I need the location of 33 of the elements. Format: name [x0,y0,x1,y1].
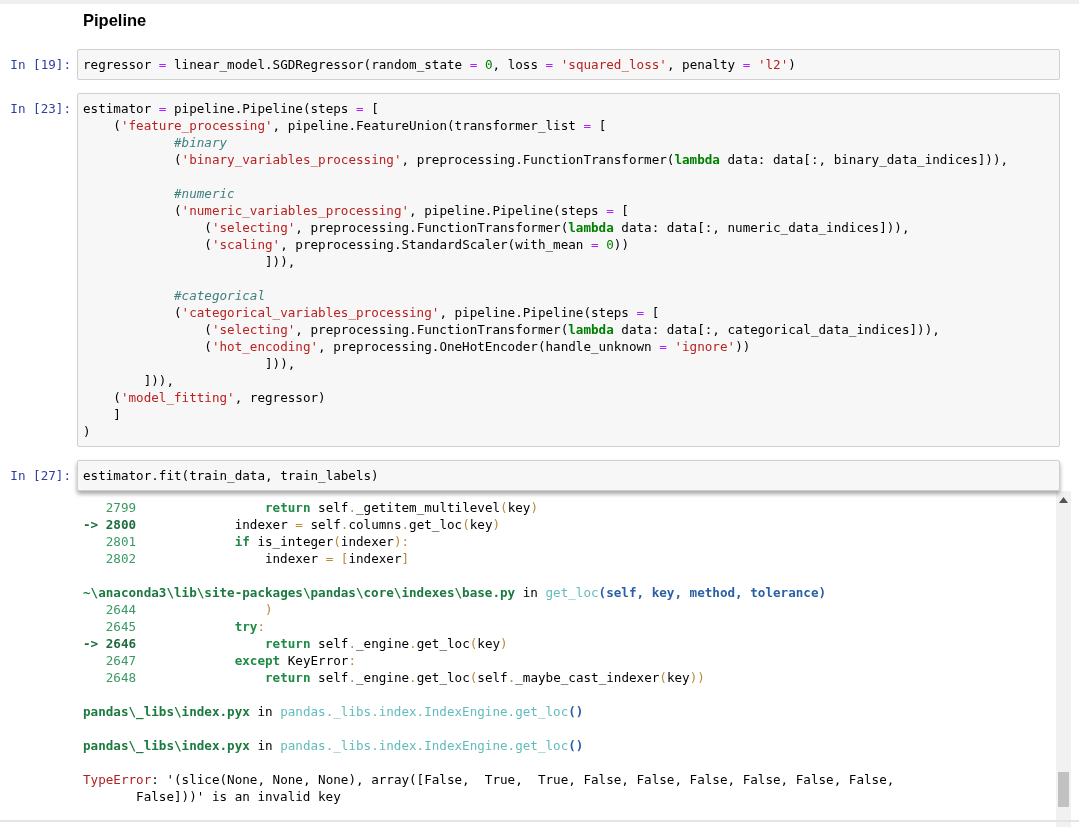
traceback-code: try: [233,618,265,635]
scrollbar-thumb[interactable] [1058,772,1069,807]
line-number: 2801 [104,533,137,550]
error-message: TypeError: '(slice(None, None, None), array([False, True, True, False, False, False, False, False, False, [83,771,895,788]
line-number: 2648 [104,669,137,686]
traceback-code: ) [263,601,273,618]
line-number: -> 2646 [83,635,137,652]
code-cell[interactable]: estimator.fit(train_data, train_labels) [77,460,1060,491]
scroll-up-icon[interactable] [1059,497,1068,503]
prompt-label: In [19]: [9,56,72,73]
line-number: -> 2800 [83,516,137,533]
prompt-label: In [23]: [9,100,72,117]
line-number: 2802 [104,550,137,567]
traceback-code: except KeyError: [233,652,356,669]
section-heading: Pipeline [83,10,147,31]
line-number: 2799 [104,499,137,516]
scrollbar[interactable] [1056,491,1071,827]
traceback-location: ~\anaconda3\lib\site-packages\pandas\core\indexes\base.py in get_loc(self, key, method, tolerance) [83,584,827,601]
traceback-location: pandas\_libs\index.pyx in pandas._libs.index.IndexEngine.get_loc() [83,737,584,754]
traceback-code: if is_integer(indexer): [233,533,410,550]
line-number: 2645 [104,618,137,635]
traceback-code: return self._engine.get_loc(key) [264,635,508,652]
traceback-location: pandas\_libs\index.pyx in pandas._libs.index.IndexEngine.get_loc() [83,703,584,720]
line-number: 2644 [104,601,137,618]
code-cell[interactable]: regressor = linear_model.SGDRegressor(random_state = 0, loss = 'squared_loss', penalty = 'l2') [77,49,1060,80]
line-number: 2647 [104,652,137,669]
traceback-code: return self._getitem_multilevel(key) [263,499,538,516]
traceback-code: indexer = [indexer] [263,550,410,567]
traceback-code: return self._engine.get_loc(self._maybe_cast_indexer(key)) [263,669,705,686]
traceback-code: indexer = self.columns.get_loc(key) [233,516,501,533]
code-cell[interactable]: estimator = pipeline.Pipeline(steps = [ ('feature_processing', pipeline.FeatureUnion(transformer_list = [ #binary ('binary_variables_processing', preprocessing.FunctionTransformer(lambda data: data[:, binary_data_indices])), #numeric ('numeric_variables_processing', pipeline.Pipeline(steps = [ ('selecting', preprocessing.FunctionTransformer(lambda data: data[:, numeric_data_indices])), ('scaling', preprocessing.StandardScaler(with_mean = 0)) ])), #categorical ('categorical_variables_processing', pipeline.Pipeline(steps = [ ('selecting', preprocessing.FunctionTransformer(lambda data: data[:, categorical_data_indices])), ('hot_encoding', preprocessing.OneHotEncoder(handle_unknown = 'ignore')) ])), ])), ('model_fitting', regressor) ] ) [77,93,1060,447]
prompt-label: In [27]: [9,467,72,484]
error-message: False]))' is an invalid key [136,788,341,805]
